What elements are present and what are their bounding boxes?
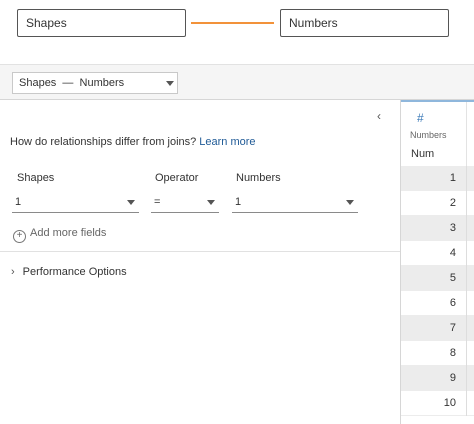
relationship-select[interactable]: Shapes — Numbers bbox=[12, 72, 178, 94]
table-cell: 10 bbox=[443, 397, 456, 409]
relationship-canvas: Shapes Numbers bbox=[0, 0, 474, 64]
left-field-label: Shapes bbox=[17, 172, 55, 184]
data-grid: # Numbers Num 1 2 3 4 5 6 7 8 9 10 bbox=[401, 100, 474, 424]
chevron-down-icon bbox=[166, 81, 174, 86]
table-cell: 8 bbox=[449, 347, 456, 359]
operator-value: = bbox=[154, 196, 161, 208]
column-name: Num bbox=[411, 148, 435, 160]
chevron-right-icon: › bbox=[11, 266, 15, 278]
table-row: 8 bbox=[401, 341, 474, 366]
column-source: Numbers bbox=[410, 130, 447, 140]
right-field-label: Numbers bbox=[236, 172, 281, 184]
learn-more-link[interactable]: Learn more bbox=[199, 136, 255, 148]
relationship-noodle[interactable] bbox=[191, 22, 274, 24]
add-more-fields-button[interactable]: + Add more fields bbox=[13, 226, 106, 243]
column-header-num[interactable]: # Numbers Num bbox=[401, 102, 467, 166]
chevron-down-icon bbox=[346, 200, 354, 205]
help-question: How do relationships differ from joins? bbox=[10, 136, 197, 148]
table-row: 4 bbox=[401, 241, 474, 266]
table-row: 1 bbox=[401, 166, 474, 191]
table-cell: 9 bbox=[449, 372, 456, 384]
relationship-select-label: Shapes — Numbers bbox=[19, 77, 125, 89]
table-row: 5 bbox=[401, 266, 474, 291]
performance-options-label: Performance Options bbox=[22, 266, 127, 278]
right-field-value: 1 bbox=[235, 196, 242, 208]
table-cell: 1 bbox=[449, 172, 456, 184]
table-cell: 4 bbox=[449, 247, 456, 259]
table-row: 2 bbox=[401, 191, 474, 216]
table-cell: 5 bbox=[449, 272, 456, 284]
left-field-value: 1 bbox=[15, 196, 22, 208]
number-type-icon[interactable]: # bbox=[417, 112, 424, 124]
table-cell: 6 bbox=[449, 297, 456, 309]
table-row: 9 bbox=[401, 366, 474, 391]
left-field-dropdown[interactable]: 1 bbox=[12, 193, 139, 213]
grid-rows: 1 2 3 4 5 6 7 8 9 10 bbox=[401, 166, 474, 416]
table-row: 10 bbox=[401, 391, 474, 416]
operator-dropdown[interactable]: = bbox=[151, 193, 219, 213]
table-row: 3 bbox=[401, 216, 474, 241]
table-card-numbers[interactable]: Numbers bbox=[280, 9, 449, 37]
table-card-shapes[interactable]: Shapes bbox=[17, 9, 186, 37]
table-cell: 2 bbox=[449, 197, 456, 209]
table-cell: 3 bbox=[449, 222, 456, 234]
table-cell: 7 bbox=[449, 322, 456, 334]
performance-options-toggle[interactable]: › Performance Options bbox=[11, 265, 127, 279]
collapse-left-icon[interactable]: ‹ bbox=[377, 108, 381, 124]
chevron-down-icon bbox=[127, 200, 135, 205]
right-field-dropdown[interactable]: 1 bbox=[232, 193, 358, 213]
chevron-down-icon bbox=[207, 200, 215, 205]
add-more-fields-label: Add more fields bbox=[30, 227, 107, 239]
relationship-help: How do relationships differ from joins? L… bbox=[10, 135, 256, 149]
section-divider bbox=[0, 251, 400, 252]
table-row: 7 bbox=[401, 316, 474, 341]
relationship-toolbar: Shapes — Numbers bbox=[0, 64, 474, 100]
operator-label: Operator bbox=[155, 172, 199, 184]
plus-circle-icon: + bbox=[13, 230, 26, 243]
table-row: 6 bbox=[401, 291, 474, 316]
